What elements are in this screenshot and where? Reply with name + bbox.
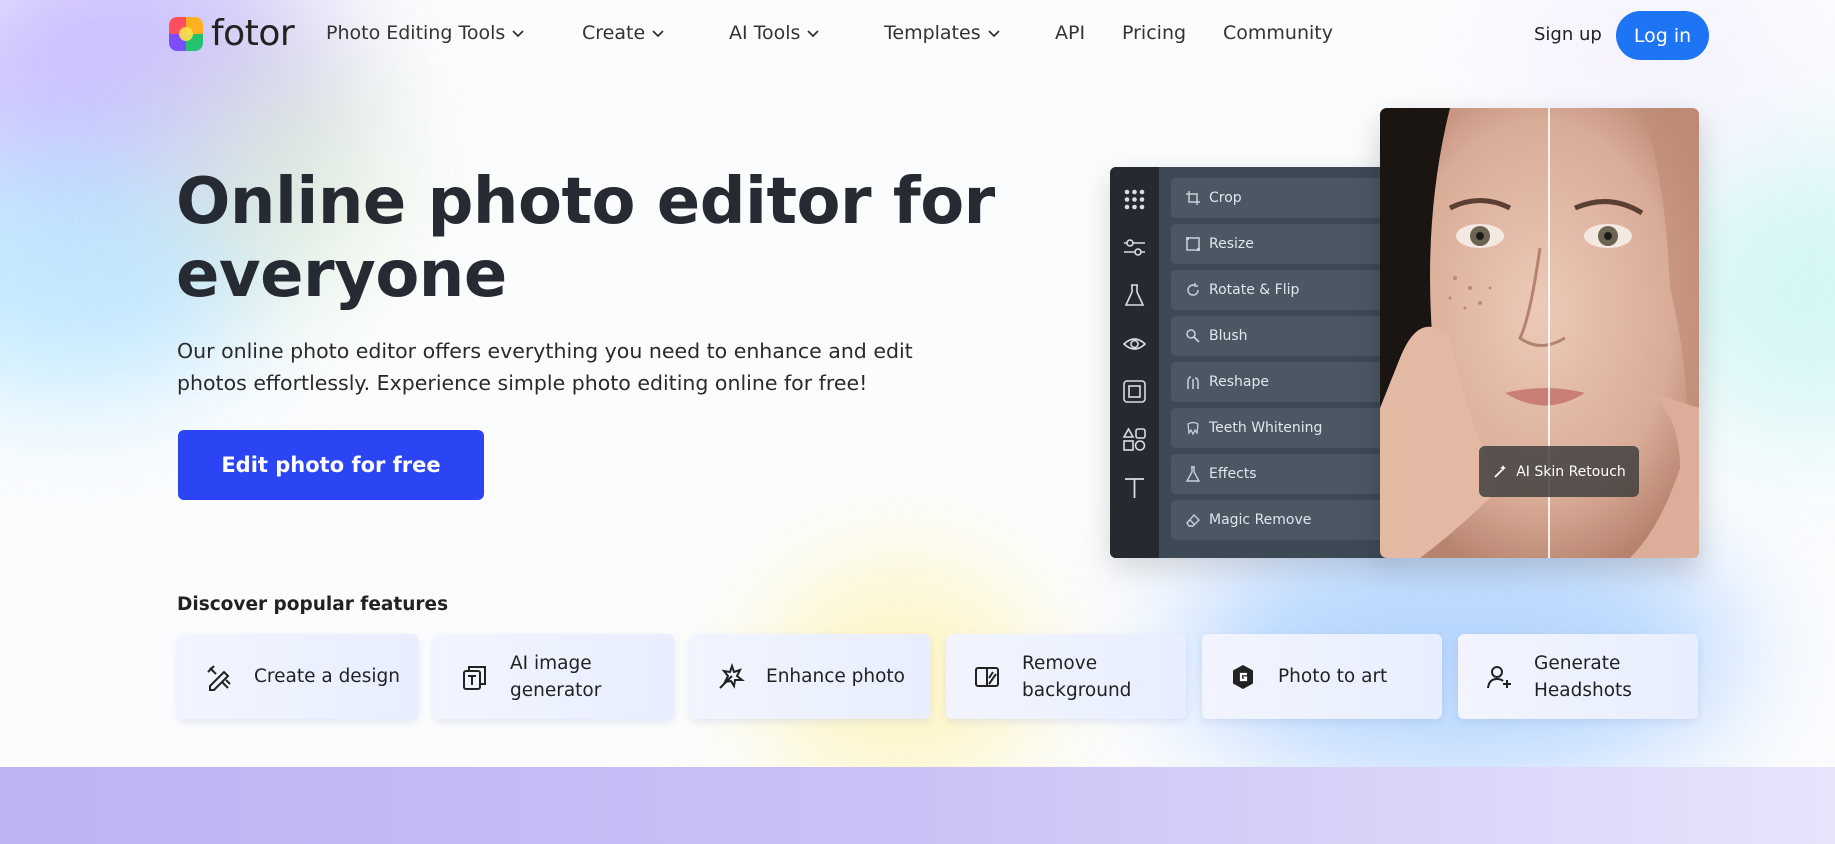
nav-create[interactable]: Create	[582, 22, 665, 44]
crop-icon	[1186, 191, 1200, 205]
effects-icon	[1185, 466, 1201, 482]
frame-icon	[1123, 380, 1146, 403]
hero-subtitle: Our online photo editor offers everythin…	[177, 339, 913, 395]
art-icon	[1233, 664, 1253, 689]
shapes-icon	[1122, 427, 1146, 451]
editor-preview: Crop Resize Rotate & Flip Blush Reshape …	[1110, 167, 1390, 558]
chevron-down-icon	[807, 30, 820, 38]
feature-label: Generate Headshots	[1534, 652, 1632, 701]
nav-label: API	[1055, 22, 1086, 44]
teeth-icon	[1187, 421, 1199, 436]
editor-tool-rail	[1110, 167, 1159, 558]
text-icon	[1125, 478, 1144, 498]
signup-link[interactable]: Sign up	[1534, 24, 1602, 45]
tool-effects: Effects	[1171, 454, 1390, 494]
eye-icon	[1122, 338, 1147, 350]
feature-label: Remove background	[1022, 652, 1132, 701]
badge-label: AI Skin Retouch	[1516, 463, 1626, 480]
magic-wand-icon	[1494, 464, 1507, 478]
tool-label: Crop	[1209, 190, 1242, 206]
tool-label: Effects	[1209, 466, 1257, 482]
chevron-down-icon	[987, 30, 1000, 38]
design-icon	[207, 664, 231, 691]
chevron-down-icon	[652, 30, 664, 38]
next-section-band	[0, 767, 1835, 844]
feature-label: AI image generator	[510, 652, 602, 701]
feature-label: Create a design	[254, 666, 400, 687]
site-header: fotor Photo Editing Tools Create AI Tool…	[0, 0, 1835, 72]
feature-label: Enhance photo	[766, 666, 905, 687]
tool-teeth-whitening: Teeth Whitening	[1171, 408, 1390, 448]
nav-ai-tools[interactable]: AI Tools	[729, 22, 820, 44]
nav-label: Templates	[884, 22, 981, 44]
tool-reshape: Reshape	[1171, 362, 1390, 402]
editor-tool-list: Crop Resize Rotate & Flip Blush Reshape …	[1171, 178, 1390, 546]
feature-remove-background[interactable]: Remove background	[946, 634, 1186, 719]
resize-icon	[1186, 237, 1200, 251]
tool-label: Blush	[1209, 328, 1248, 344]
ai-image-icon	[463, 665, 486, 690]
nav-photo-editing-tools[interactable]: Photo Editing Tools	[326, 22, 525, 44]
feature-generate-headshots[interactable]: Generate Headshots	[1458, 634, 1698, 719]
nav-community[interactable]: Community	[1223, 22, 1333, 44]
remove-bg-icon	[975, 666, 999, 687]
nav-api[interactable]: API	[1055, 22, 1085, 44]
feature-photo-to-art[interactable]: Photo to art	[1202, 634, 1442, 719]
feature-label: Photo to art	[1278, 666, 1388, 687]
nav-label: AI Tools	[729, 22, 801, 44]
chevron-down-icon	[512, 30, 524, 38]
tool-label: Teeth Whitening	[1209, 420, 1323, 436]
reshape-icon	[1187, 376, 1199, 389]
tool-blush: Blush	[1171, 316, 1390, 356]
fotor-logo[interactable]: fotor	[169, 13, 295, 54]
sliders-icon	[1124, 239, 1145, 256]
grid-icon	[1124, 189, 1145, 210]
eraser-icon	[1186, 513, 1200, 527]
flask-icon	[1124, 284, 1145, 306]
tool-magic-remove: Magic Remove	[1171, 500, 1390, 540]
features-title: Discover popular features	[177, 594, 449, 615]
headshot-icon	[1487, 665, 1511, 688]
rotate-icon	[1187, 283, 1199, 296]
logo-text: fotor	[211, 13, 295, 54]
enhance-icon	[719, 662, 745, 689]
edit-photo-button[interactable]: Edit photo for free	[178, 430, 484, 500]
tool-rotate-flip: Rotate & Flip	[1171, 270, 1390, 310]
feature-ai-image-generator[interactable]: AI image generator	[434, 634, 674, 719]
tool-label: Reshape	[1209, 374, 1269, 390]
fotor-logo-icon	[169, 17, 203, 51]
tool-label: Resize	[1209, 236, 1254, 252]
nav-label: Community	[1223, 22, 1333, 44]
login-button[interactable]: Log in	[1616, 11, 1709, 60]
nav-label: Photo Editing Tools	[326, 22, 506, 44]
tool-label: Magic Remove	[1209, 512, 1312, 528]
nav-pricing[interactable]: Pricing	[1122, 22, 1186, 44]
feature-enhance-photo[interactable]: Enhance photo	[690, 634, 930, 719]
feature-create-design[interactable]: Create a design	[178, 634, 418, 719]
nav-label: Create	[582, 22, 646, 44]
nav-templates[interactable]: Templates	[884, 22, 1001, 44]
ai-skin-retouch-badge: AI Skin Retouch	[1479, 446, 1639, 497]
tool-label: Rotate & Flip	[1209, 282, 1300, 298]
nav-label: Pricing	[1122, 22, 1187, 44]
tool-resize: Resize	[1171, 224, 1390, 264]
tool-crop: Crop	[1171, 178, 1390, 218]
blush-icon	[1186, 329, 1200, 343]
hero-title: Online photo editor for everyone	[176, 165, 995, 312]
